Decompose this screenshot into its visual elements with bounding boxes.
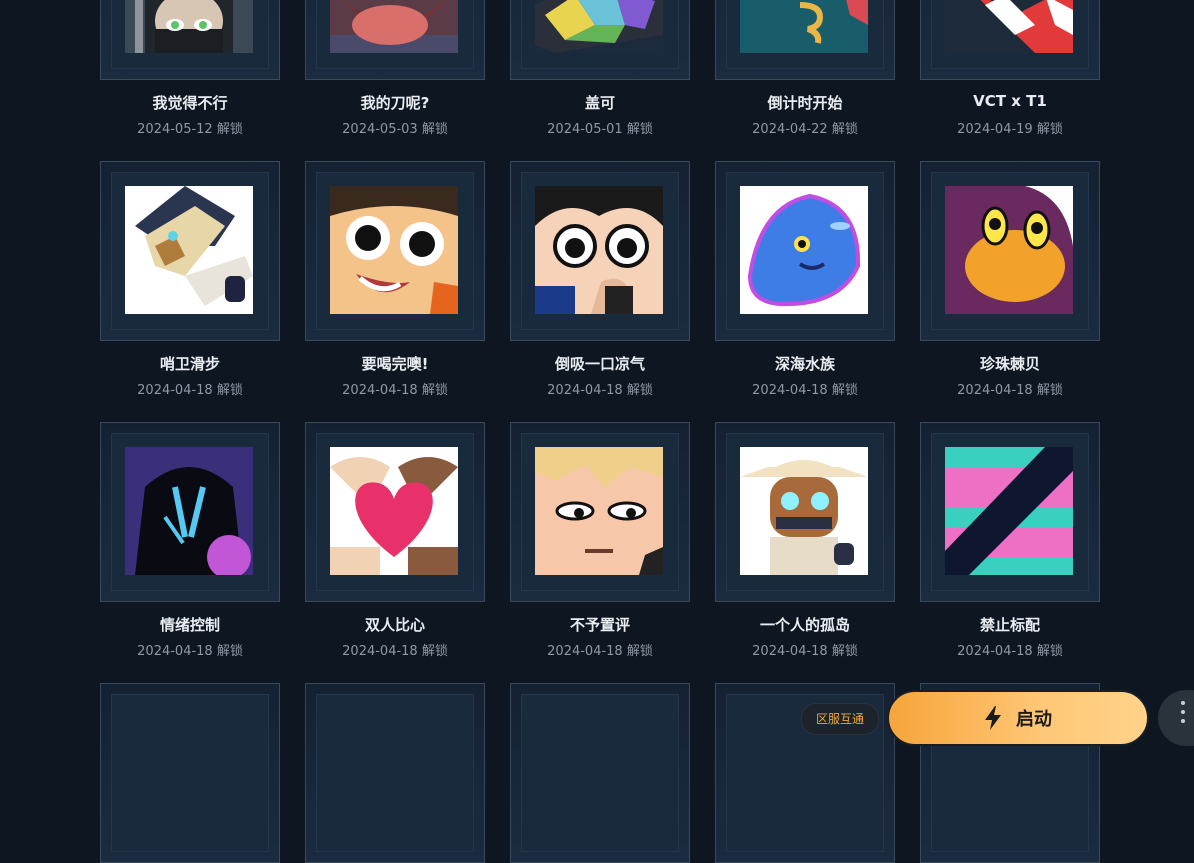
- card-frame: [510, 683, 690, 863]
- card-unlock-date: 2024-04-18 解锁: [957, 644, 1063, 659]
- card-unlock-date: 2024-04-18 解锁: [137, 644, 243, 659]
- card-title: 哨卫滑步: [159, 355, 220, 373]
- card-unlock-date: 2024-04-18 解锁: [137, 383, 243, 398]
- launch-label: 启动: [1016, 709, 1052, 730]
- card-unlock-date: 2024-04-18 解锁: [547, 383, 653, 398]
- card-thumbnail: [330, 186, 458, 314]
- card-title: 一个人的孤岛: [759, 616, 850, 634]
- card-thumbnail: [125, 447, 253, 575]
- card-unlock-date: 2024-04-18 解锁: [957, 383, 1063, 398]
- card-frame: [100, 683, 280, 863]
- card-thumbnail: [330, 447, 458, 575]
- card-thumbnail: [330, 0, 458, 53]
- card-thumbnail: [945, 186, 1073, 314]
- card-title: 情绪控制: [159, 616, 220, 634]
- card-thumbnail: [125, 0, 253, 53]
- lightning-icon: [984, 706, 1002, 730]
- card-title: 珍珠棘贝: [979, 355, 1040, 373]
- card-unlock-date: 2024-04-18 解锁: [547, 644, 653, 659]
- card-unlock-date: 2024-04-19 解锁: [957, 122, 1063, 137]
- card-grid: 我觉得不行 2024-05-12 解锁 我的刀呢? 2024-05-03 解锁: [0, 0, 1194, 863]
- card-unlock-date: 2024-04-18 解锁: [752, 644, 858, 659]
- card-frame: [305, 683, 485, 863]
- card-thumbnail: [535, 447, 663, 575]
- more-dot-icon: [1181, 710, 1185, 714]
- card-title: 倒吸一口凉气: [554, 355, 645, 373]
- card-title: 深海水族: [774, 355, 835, 373]
- card-unlock-date: 2024-05-01 解锁: [547, 122, 653, 137]
- card-thumbnail: [535, 186, 663, 314]
- card-thumbnail: [945, 447, 1073, 575]
- more-dot-icon: [1181, 719, 1185, 723]
- card-title: 盖可: [584, 94, 615, 112]
- card-unlock-date: 2024-05-12 解锁: [137, 122, 243, 137]
- card-title: 我觉得不行: [152, 94, 228, 112]
- card-title: 倒计时开始: [767, 94, 843, 112]
- card-thumbnail: [125, 186, 253, 314]
- card-title: 双人比心: [364, 616, 425, 634]
- card-thumbnail: [740, 186, 868, 314]
- card-unlock-date: 2024-04-18 解锁: [342, 644, 448, 659]
- card-thumbnail: [740, 0, 868, 53]
- cross-server-badge: 区服互通: [801, 703, 879, 735]
- card-title: 不予置评: [569, 616, 630, 634]
- card-unlock-date: 2024-04-18 解锁: [342, 383, 448, 398]
- card-unlock-date: 2024-04-18 解锁: [752, 383, 858, 398]
- card-thumbnail: [535, 0, 663, 53]
- card-thumbnail: [945, 0, 1073, 53]
- card-title: VCT x T1: [973, 92, 1047, 110]
- card-title: 要喝完噢!: [361, 355, 429, 373]
- card-unlock-date: 2024-05-03 解锁: [342, 122, 448, 137]
- card-unlock-date: 2024-04-22 解锁: [752, 122, 858, 137]
- more-dot-icon: [1181, 701, 1185, 705]
- launch-button[interactable]: 启动: [887, 690, 1149, 746]
- card-title: 我的刀呢?: [360, 94, 430, 112]
- card-title: 禁止标配: [979, 616, 1040, 634]
- card-thumbnail: [740, 447, 868, 575]
